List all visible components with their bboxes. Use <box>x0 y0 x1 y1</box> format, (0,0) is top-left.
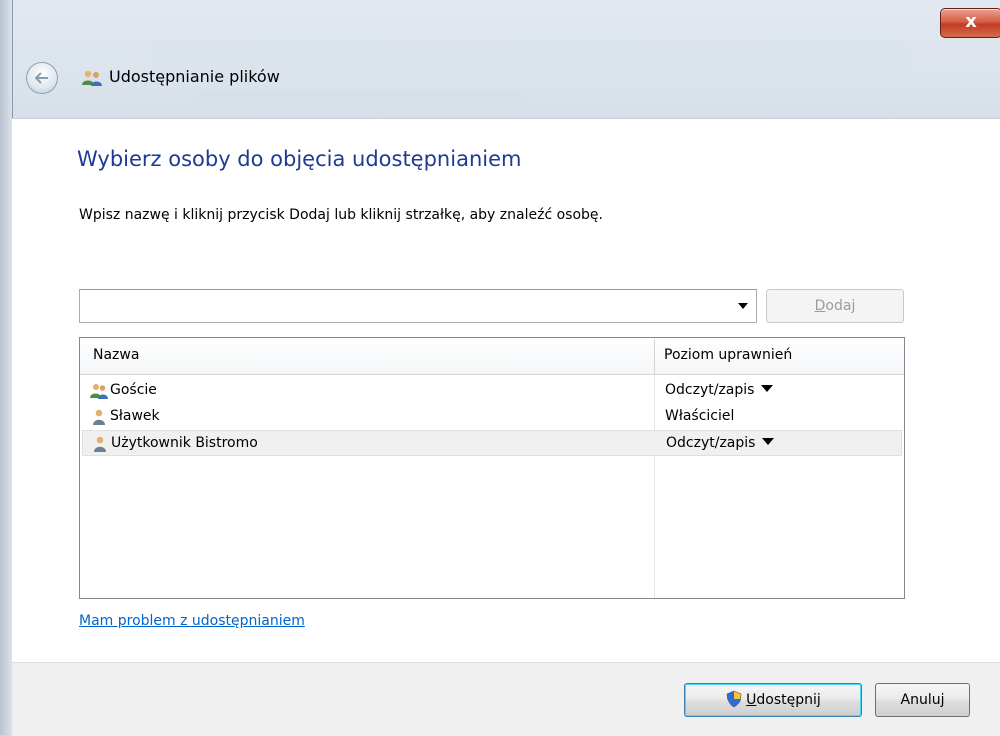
add-button-access-key: D <box>814 298 826 314</box>
help-link[interactable]: Mam problem z udostępnianiem <box>79 613 305 629</box>
list-header: Nazwa Poziom uprawnień <box>80 338 904 375</box>
row-permission-dropdown[interactable]: Odczyt/zapis <box>666 435 775 451</box>
user-group-icon <box>90 384 108 399</box>
add-button[interactable]: Dodaj <box>766 289 904 323</box>
share-button-label: dostępnij <box>756 692 821 708</box>
row-permission: Właściciel <box>665 408 735 424</box>
list-row-uzytkownik-bistromo[interactable]: Użytkownik Bistromo Odczyt/zapis <box>82 430 902 456</box>
back-arrow-icon <box>34 72 48 84</box>
user-icon <box>94 436 106 452</box>
row-name: Użytkownik Bistromo <box>111 435 258 451</box>
dropdown-triangle-icon <box>762 438 775 445</box>
page-heading: Wybierz osoby do objęcia udostępnianiem <box>77 147 522 171</box>
header-separator <box>654 338 655 374</box>
cancel-button[interactable]: Anuluj <box>875 683 970 717</box>
back-button[interactable] <box>26 62 58 94</box>
dialog-footer: Udostępnij Anuluj <box>12 662 1000 736</box>
column-header-permission[interactable]: Poziom uprawnień <box>664 347 792 363</box>
dropdown-arrow-icon[interactable] <box>738 303 748 309</box>
close-button[interactable]: x <box>940 8 1000 38</box>
dropdown-triangle-icon <box>761 385 774 392</box>
row-permission: Odczyt/zapis <box>665 382 755 398</box>
row-permission: Odczyt/zapis <box>666 435 756 451</box>
row-name: Sławek <box>110 408 160 424</box>
background-edge <box>0 0 12 735</box>
share-button-access-key: U <box>746 692 757 708</box>
share-button[interactable]: Udostępnij <box>684 683 862 717</box>
row-permission-dropdown[interactable]: Odczyt/zapis <box>665 382 774 398</box>
add-button-label: odaj <box>825 298 856 314</box>
column-header-name[interactable]: Nazwa <box>93 347 139 363</box>
users-list[interactable]: Nazwa Poziom uprawnień Goście Odczyt/zap… <box>79 337 905 599</box>
instruction-text: Wpisz nazwę i kliknij przycisk Dodaj lub… <box>79 207 603 223</box>
user-name-combobox[interactable] <box>79 289 757 323</box>
list-row-goscie[interactable]: Goście Odczyt/zapis <box>82 378 902 404</box>
row-name: Goście <box>110 382 157 398</box>
uac-shield-icon <box>726 690 742 708</box>
dialog-content: Wybierz osoby do objęcia udostępnianiem … <box>12 118 1000 663</box>
list-row-slawek[interactable]: Sławek Właściciel <box>82 404 902 430</box>
user-icon <box>93 409 105 425</box>
column-separator <box>654 338 655 598</box>
window-title: Udostępnianie plików <box>109 67 280 86</box>
sharing-users-icon <box>82 70 102 86</box>
